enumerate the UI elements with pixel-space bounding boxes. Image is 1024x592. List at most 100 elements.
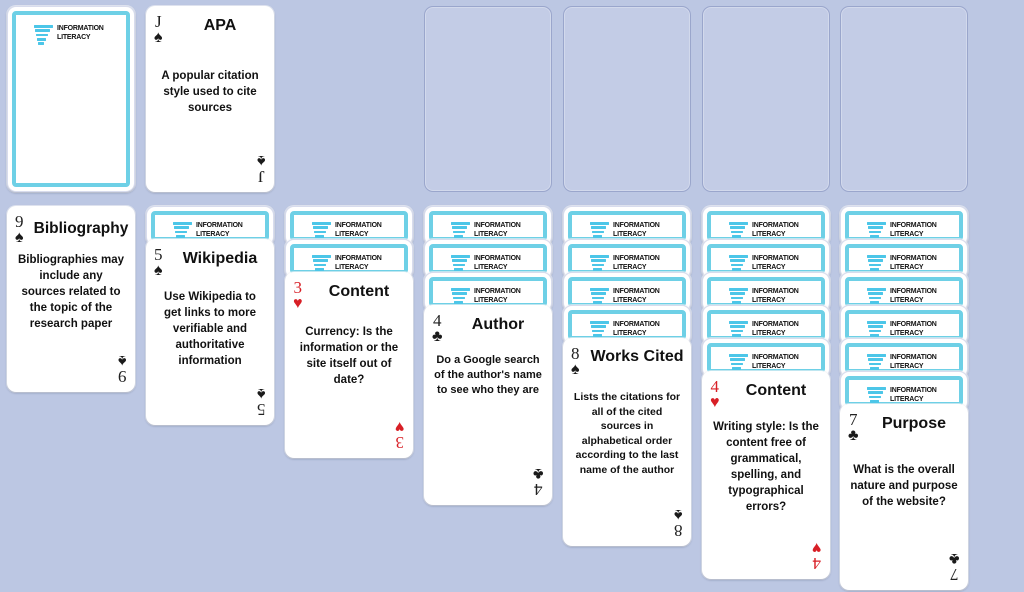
foundation-slot-1[interactable] bbox=[424, 6, 552, 192]
card-back-frame: INFORMATION LITERACY bbox=[568, 310, 686, 341]
card-corner-tl: J ♠ bbox=[154, 12, 163, 46]
card-back-frame: INFORMATION LITERACY bbox=[707, 343, 825, 374]
logo-line-2: LITERACY bbox=[752, 263, 786, 271]
funnel-bars-icon bbox=[34, 24, 53, 45]
tableau-card-works-cited[interactable]: 8 ♠ 8 ♠ Works Cited Lists the citations for a… bbox=[563, 338, 691, 546]
card-rank: 8 bbox=[571, 344, 580, 363]
logo-line-1: INFORMATION bbox=[613, 222, 660, 229]
tableau-card-bibliography[interactable]: 9 ♠ 9 ♠ Bibliography Bibliographies may inclu… bbox=[7, 206, 135, 392]
logo-line-2: LITERACY bbox=[890, 296, 924, 304]
card-suit-icon: ♠ bbox=[117, 352, 127, 369]
card-rank: 3 bbox=[395, 433, 404, 452]
logo-line-1: INFORMATION bbox=[890, 255, 937, 262]
logo-line-1: INFORMATION bbox=[752, 222, 799, 229]
logo-line-2: LITERACY bbox=[335, 263, 369, 271]
card-suit-icon: ♣ bbox=[432, 328, 443, 345]
card-suit-icon: ♠ bbox=[15, 229, 24, 246]
card-back-frame: INFORMATION LITERACY bbox=[845, 244, 963, 275]
logo-line-1: INFORMATION bbox=[335, 222, 382, 229]
logo-line-1: INFORMATION bbox=[57, 25, 104, 32]
logo-text: INFORMATION LITERACY bbox=[752, 254, 799, 272]
logo-line-1: INFORMATION bbox=[752, 255, 799, 262]
logo-text: INFORMATION LITERACY bbox=[752, 353, 799, 371]
card-title: APA bbox=[203, 17, 237, 34]
logo-line-2: LITERACY bbox=[613, 263, 647, 271]
logo-line-1: INFORMATION bbox=[335, 255, 382, 262]
tableau-card-purpose[interactable]: 7 ♣ 7 ♣ Purpose What is the overall nature an… bbox=[840, 404, 968, 590]
card-corner-br: J ♠ bbox=[257, 152, 266, 186]
tableau-card-content[interactable]: 4 ♥ 4 ♥ Content Writing style: Is the content… bbox=[702, 371, 830, 579]
logo-text: INFORMATION LITERACY bbox=[196, 221, 243, 239]
card-back-frame: INFORMATION LITERACY bbox=[845, 310, 963, 341]
logo-text: INFORMATION LITERACY bbox=[890, 221, 937, 239]
logo-line-1: INFORMATION bbox=[613, 288, 660, 295]
tableau-card-content[interactable]: 3 ♥ 3 ♥ Content Currency: Is the information … bbox=[285, 272, 413, 458]
card-suit-icon: ♠ bbox=[154, 262, 163, 279]
card-body-text: Lists the citations for all of the cited… bbox=[573, 391, 681, 476]
card-corner-tl: 4 ♥ bbox=[710, 377, 720, 411]
logo-text: INFORMATION LITERACY bbox=[474, 221, 521, 239]
card-rank: 7 bbox=[849, 410, 858, 429]
card-back-frame: INFORMATION LITERACY bbox=[845, 343, 963, 374]
card-back-frame: INFORMATION LITERACY bbox=[568, 277, 686, 308]
card-rank: 4 bbox=[710, 377, 720, 396]
card-back-frame: INFORMATION LITERACY bbox=[845, 277, 963, 308]
card-rank: J bbox=[154, 12, 162, 31]
card-rank: 9 bbox=[15, 212, 24, 231]
tableau-card-author[interactable]: 4 ♣ 4 ♣ Author Do a Google search of the auth… bbox=[424, 305, 552, 505]
logo-line-2: LITERACY bbox=[335, 230, 369, 238]
card-rank: 4 bbox=[533, 480, 543, 499]
logo-line-2: LITERACY bbox=[890, 395, 924, 403]
logo-line-2: LITERACY bbox=[890, 329, 924, 337]
card-body-text: Use Wikipedia to get links to more verif… bbox=[163, 291, 257, 367]
card-suit-icon: ♥ bbox=[394, 418, 405, 435]
logo-line-1: INFORMATION bbox=[890, 387, 937, 394]
logo-line-2: LITERACY bbox=[752, 329, 786, 337]
tableau-card-wikipedia[interactable]: 5 ♠ 5 ♠ Wikipedia Use Wikipedia to get links … bbox=[146, 239, 274, 425]
logo-line-2: LITERACY bbox=[752, 230, 786, 238]
logo-line-2: LITERACY bbox=[57, 33, 91, 41]
card-corner-tl: 9 ♠ bbox=[15, 212, 24, 246]
stock-pile[interactable]: INFORMATION LITERACY bbox=[7, 6, 135, 192]
card-corner-tl: 7 ♣ bbox=[848, 410, 859, 444]
logo-line-1: INFORMATION bbox=[613, 321, 660, 328]
card-suit-icon: ♥ bbox=[293, 295, 303, 312]
card-corner-br: 4 ♥ bbox=[812, 539, 822, 573]
card-back-frame: INFORMATION LITERACY bbox=[845, 376, 963, 407]
card-rank: 5 bbox=[154, 245, 163, 264]
logo-line-1: INFORMATION bbox=[752, 354, 799, 361]
logo-line-2: LITERACY bbox=[752, 296, 786, 304]
waste-card-apa[interactable]: J ♠ J ♠ APA A popular citation style used to … bbox=[146, 6, 274, 192]
logo-text: INFORMATION LITERACY bbox=[474, 254, 521, 272]
card-back-frame: INFORMATION LITERACY bbox=[429, 277, 547, 308]
foundation-slot-4[interactable] bbox=[840, 6, 968, 192]
card-corner-tl: 5 ♠ bbox=[154, 245, 163, 279]
card-suit-icon: ♠ bbox=[154, 29, 163, 46]
card-rank: 9 bbox=[117, 367, 127, 386]
foundation-slot-2[interactable] bbox=[563, 6, 691, 192]
card-corner-tl: 4 ♣ bbox=[432, 312, 443, 345]
card-suit-icon: ♣ bbox=[532, 465, 544, 482]
card-suit-icon: ♠ bbox=[571, 361, 580, 378]
logo-text: INFORMATION LITERACY bbox=[890, 287, 937, 305]
card-back-frame: INFORMATION LITERACY bbox=[12, 11, 130, 187]
foundation-slot-3[interactable] bbox=[702, 6, 830, 192]
card-back-frame: INFORMATION LITERACY bbox=[707, 277, 825, 308]
card-body-text: A popular citation style used to cite so… bbox=[161, 70, 259, 114]
logo-text: INFORMATION LITERACY bbox=[474, 287, 521, 305]
card-rank: 3 bbox=[293, 278, 303, 297]
card-back-frame: INFORMATION LITERACY bbox=[151, 211, 269, 242]
card-suit-icon: ♣ bbox=[848, 427, 859, 444]
card-suit-icon: ♠ bbox=[256, 385, 266, 402]
logo-line-1: INFORMATION bbox=[752, 321, 799, 328]
logo-line-1: INFORMATION bbox=[890, 222, 937, 229]
logo-line-2: LITERACY bbox=[613, 230, 647, 238]
information-literacy-logo: INFORMATION LITERACY bbox=[34, 24, 104, 45]
card-corner-br: 7 ♣ bbox=[949, 550, 960, 584]
logo-text: INFORMATION LITERACY bbox=[335, 254, 382, 272]
card-back-frame: INFORMATION LITERACY bbox=[429, 244, 547, 275]
logo-text: INFORMATION LITERACY bbox=[890, 353, 937, 371]
logo-line-2: LITERACY bbox=[613, 296, 647, 304]
logo-line-1: INFORMATION bbox=[196, 222, 243, 229]
card-body-text: Writing style: Is the content free of gr… bbox=[713, 421, 819, 513]
